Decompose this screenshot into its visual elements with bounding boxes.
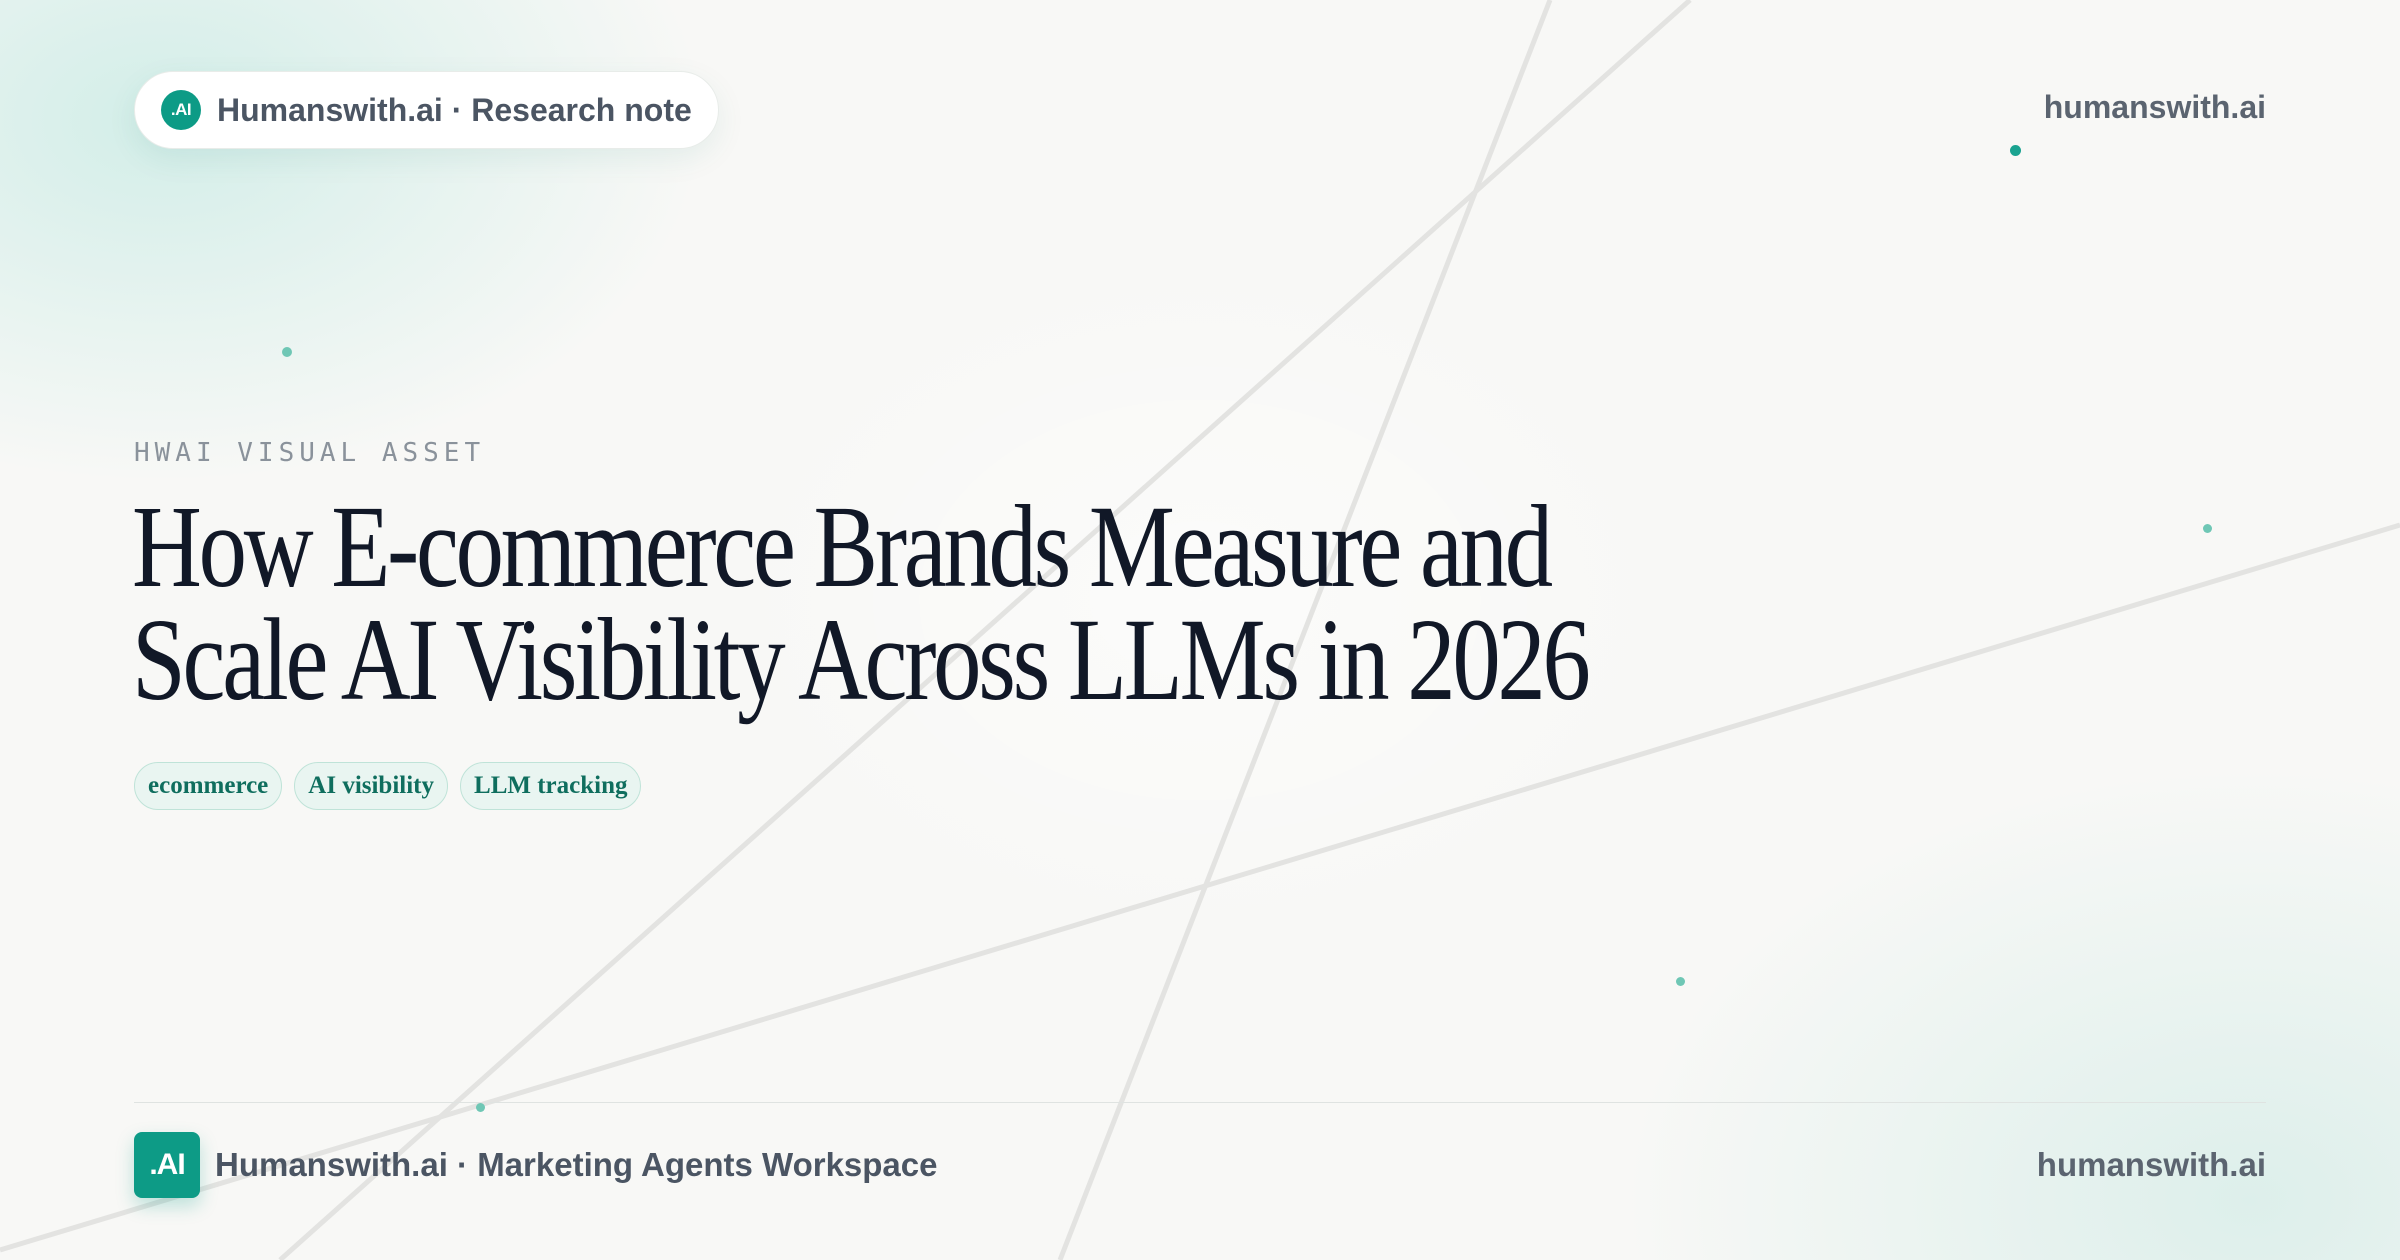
research-note-pill[interactable]: .AI Humanswith.ai · Research note [134,71,719,149]
title-line-1: How E-commerce Brands Measure and [132,481,1553,612]
tag-llm-tracking[interactable]: LLM tracking [460,762,642,810]
decorative-dot [476,1103,485,1112]
decorative-dot [2203,524,2212,533]
pill-label: Humanswith.ai · Research note [217,91,692,128]
tag-ecommerce[interactable]: ecommerce [134,762,283,810]
page-title: How E-commerce Brands Measure and Scale … [132,481,1591,725]
decorative-dot [2010,145,2021,156]
site-link[interactable]: humanswith.ai [2044,89,2266,126]
title-line-2: Scale AI Visibility Across LLMs in 2026 [132,594,1591,725]
eyebrow-label: HWAI VISUAL ASSET [134,438,486,468]
footer-site-link[interactable]: humanswith.ai [2037,1146,2266,1184]
decorative-dot [282,347,292,357]
footer-logo-icon: .AI [134,1132,200,1198]
brand-logo-icon: .AI [161,90,201,130]
tag-list: ecommerce AI visibility LLM tracking [134,762,642,810]
footer-workspace-label: Humanswith.ai · Marketing Agents Workspa… [215,1146,938,1183]
footer-divider [134,1102,2266,1103]
tag-ai-visibility[interactable]: AI visibility [294,762,449,810]
decorative-dot [1676,977,1685,986]
